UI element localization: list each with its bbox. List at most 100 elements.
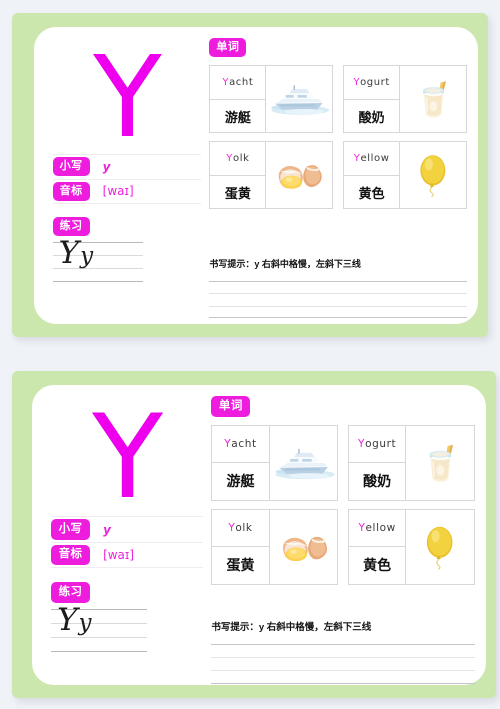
handwriting-lowercase: y	[80, 242, 94, 269]
word-card[interactable]: Yolk 蛋黄	[211, 508, 338, 585]
letter-card-bottom: Y 小写 y 音标 [waɪ] 练习 Yy 单词 Y acht 游艇 Y ogu…	[12, 371, 496, 698]
handwriting-lowercase: y	[78, 609, 92, 636]
rule-line	[209, 317, 467, 319]
handwriting-sample-box: Yy	[52, 235, 143, 282]
practice-pill: 练习	[51, 582, 91, 603]
word-grid: Yacht 游艇 Y ogurt 酸奶 Y olk 蛋黄 Y ellow 黄色	[209, 65, 467, 210]
word-initial: Y	[228, 521, 236, 534]
word-text-column: Yogurt 酸奶	[344, 66, 401, 133]
word-chinese: 黄色	[363, 557, 392, 574]
word-initial: Y	[358, 521, 366, 534]
yogurt-jar-image	[406, 426, 474, 500]
word-english: Yolk	[212, 510, 269, 547]
word-text-column: Yellow 黄色	[344, 142, 401, 209]
word-card[interactable]: Yacht 游艇	[211, 424, 338, 501]
word-english: Yogurt	[348, 426, 406, 463]
word-english: Yellow	[348, 510, 406, 547]
handwriting-uppercase: Y	[57, 601, 78, 638]
word-chinese: 黄色	[358, 185, 385, 201]
word-initial: Y	[358, 437, 366, 450]
practice-ruled-lines[interactable]	[209, 281, 467, 319]
words-pill: 单词	[211, 396, 251, 417]
big-letter-display: Y	[92, 390, 163, 525]
word-card[interactable]: Yogurt 酸奶	[343, 65, 467, 134]
rule-line	[211, 657, 475, 659]
rule-line	[211, 683, 475, 684]
rule-line	[51, 650, 148, 652]
rule-line	[211, 644, 475, 645]
word-chinese: 蛋黄	[226, 557, 255, 574]
word-text-column: Yolk 蛋黄	[212, 509, 270, 584]
left-column: Y 小写 y 音标 [waɪ] 练习 Yy	[52, 32, 202, 315]
card-inner-surface: Y 小写 y 音标 [waɪ] 练习 Yy 单词 Y acht 游艇 Y ogu…	[32, 385, 486, 685]
yacht-boat-image	[269, 426, 337, 500]
rule-line	[209, 305, 467, 307]
word-text-column: Yellow 黄色	[348, 509, 407, 584]
word-rest: ellow	[360, 153, 390, 165]
rule-line	[209, 281, 467, 283]
words-badge-row: 单词	[209, 37, 467, 58]
word-initial: Y	[226, 153, 233, 165]
phonetic-row: 音标 [waɪ]	[51, 542, 204, 568]
rule-line	[52, 280, 143, 282]
word-rest: ellow	[365, 521, 396, 534]
practice-block: 书写提示：y 右斜中格慢，左斜下三线	[211, 619, 475, 684]
word-rest: olk	[232, 153, 250, 165]
rule-line	[211, 670, 475, 672]
writing-hint-text: 书写提示：y 右斜中格慢，左斜下三线	[209, 259, 361, 270]
word-english: Yolk	[210, 142, 266, 176]
word-card[interactable]: Yellow 黄色	[343, 141, 467, 210]
word-english: Yogurt	[344, 66, 400, 100]
yellow-balloon-image	[406, 510, 474, 584]
word-rest: olk	[235, 521, 253, 534]
word-rest: acht	[229, 77, 254, 89]
word-text-column: Yacht 游艇	[212, 425, 270, 500]
big-letter-display: Y	[93, 32, 161, 163]
phonetic-pill: 音标	[52, 181, 90, 201]
phonetic-value: [waɪ]	[102, 184, 134, 199]
word-english: Yacht	[212, 426, 269, 463]
phonetic-pill: 音标	[51, 544, 91, 566]
phonetic-value: [waɪ]	[103, 548, 135, 562]
yellow-balloon-image	[400, 142, 466, 208]
word-card[interactable]: Yogurt 酸奶	[347, 424, 475, 501]
card-inner-surface: Y 小写 y 音标 [waɪ] 练习 Yy 单词 Y acht 游艇 Y ogu…	[34, 27, 478, 324]
practice-row: 练习	[51, 582, 203, 603]
word-text-column: Yolk 蛋黄	[210, 142, 267, 209]
word-english: Yacht	[210, 66, 266, 100]
word-text-column: Yacht 游艇	[210, 66, 267, 133]
word-card[interactable]: Yellow 黄色	[347, 508, 475, 585]
practice-pill: 练习	[52, 216, 90, 236]
word-text-column: Yogurt 酸奶	[348, 425, 407, 500]
word-rest: ogurt	[365, 437, 397, 450]
yogurt-jar-image	[400, 66, 466, 132]
words-badge-row: 单词	[211, 396, 474, 417]
lowercase-value: y	[103, 522, 111, 537]
handwriting-glyphs: Yy	[57, 602, 91, 638]
worksheet-page: Y 小写 y 音标 [waɪ] 练习 Yy 单词 Y acht 游艇 Y ogu…	[0, 0, 500, 709]
word-chinese: 酸奶	[363, 473, 392, 490]
word-card[interactable]: Yacht 游艇	[209, 65, 334, 134]
practice-block: 书写提示：y 右斜中格慢，左斜下三线	[209, 257, 467, 319]
word-chinese: 酸奶	[358, 109, 385, 125]
word-chinese: 蛋黄	[224, 185, 251, 201]
word-english: Yellow	[344, 142, 400, 176]
word-grid: Yacht 游艇 Y ogurt 酸奶 Y olk 蛋黄 Y ellow 黄色	[211, 424, 475, 585]
practice-row: 练习	[52, 216, 202, 236]
words-pill: 单词	[209, 38, 247, 58]
practice-ruled-lines[interactable]	[211, 644, 475, 684]
handwriting-sample-box: Yy	[51, 602, 148, 652]
lowercase-pill: 小写	[51, 519, 91, 540]
lowercase-pill: 小写	[52, 157, 90, 177]
word-initial: Y	[222, 77, 230, 89]
word-initial: Y	[224, 437, 232, 450]
letter-card-top: Y 小写 y 音标 [waɪ] 练习 Yy 单词 Y acht 游艇 Y ogu…	[12, 13, 488, 337]
phonetic-row: 音标 [waɪ]	[52, 178, 202, 204]
handwriting-glyphs: Yy	[59, 235, 93, 271]
word-chinese: 游艇	[226, 473, 255, 490]
word-card[interactable]: Yolk 蛋黄	[209, 141, 334, 210]
egg-yolk-image	[266, 142, 333, 208]
yacht-boat-image	[266, 66, 333, 132]
writing-hint-text: 书写提示：y 右斜中格慢，左斜下三线	[211, 622, 372, 633]
word-rest: acht	[231, 437, 257, 450]
